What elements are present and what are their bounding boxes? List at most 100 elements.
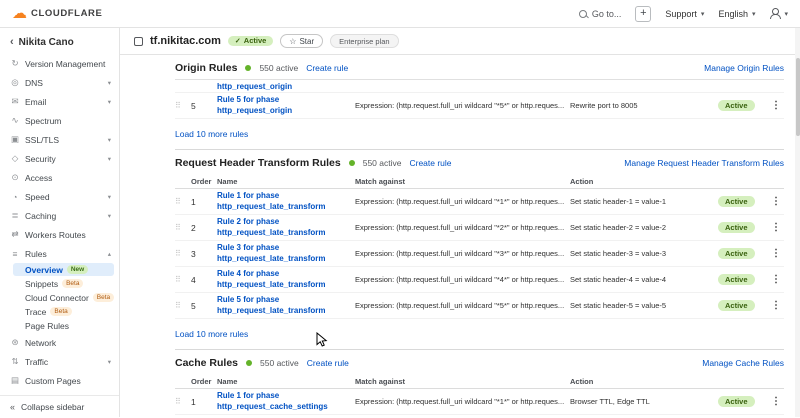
kebab-menu-icon[interactable]: ⋮: [768, 248, 784, 259]
drag-handle-icon[interactable]: ⠿: [175, 275, 191, 284]
active-count: 550 active: [259, 63, 298, 73]
star-button[interactable]: ☆ Star: [280, 34, 323, 48]
sidebar-item-page-rules[interactable]: Page Rules: [13, 319, 114, 332]
rht-rules-section-header: Request Header Transform Rules 550 activ…: [175, 150, 784, 174]
load-more-rules-link[interactable]: Load 10 more rules: [175, 329, 248, 339]
rule-name-link[interactable]: Rule 1 for phase http_request_cache_sett…: [217, 391, 355, 412]
kebab-menu-icon[interactable]: ⋮: [768, 196, 784, 207]
rule-name-link[interactable]: Rule 5 for phase http_request_late_trans…: [217, 295, 355, 316]
status-badge: Active: [718, 248, 755, 259]
rule-name-link[interactable]: http_request_origin: [217, 80, 355, 93]
chevron-down-icon: ▾: [108, 136, 111, 144]
sidebar-item-access[interactable]: ⊙ Access: [0, 168, 119, 187]
rule-expression: Expression: (http.request.full_uri wildc…: [355, 101, 570, 110]
column-name: Name: [217, 377, 355, 386]
rule-name-link[interactable]: Rule 5 for phase http_request_origin: [217, 95, 355, 116]
sidebar-item-cloud-connector[interactable]: Cloud Connector Beta: [13, 291, 114, 304]
sidebar-item-ssl-tls[interactable]: ▣ SSL/TLS ▾: [0, 130, 119, 149]
rule-expression: Expression: (http.request.full_uri wildc…: [355, 249, 570, 258]
sidebar-item-network[interactable]: ⊛ Network: [0, 333, 119, 352]
beta-badge: Beta: [93, 293, 114, 302]
version-management-icon: ↻: [10, 58, 20, 69]
chevron-down-icon: ▾: [108, 358, 111, 366]
scrollbar[interactable]: [795, 28, 800, 417]
rule-action: Set static header-4 = value-4: [570, 275, 718, 284]
status-badge: Active: [718, 196, 755, 207]
rule-order: 3: [191, 249, 217, 259]
workers-routes-icon: ⇄: [10, 229, 20, 240]
manage-cache-rules-link[interactable]: Manage Cache Rules: [702, 358, 784, 368]
language-menu[interactable]: English ▾: [718, 9, 755, 19]
chevron-down-icon: ▾: [108, 212, 111, 220]
sidebar-item-rules[interactable]: ≡ Rules ▴: [0, 244, 119, 263]
drag-handle-icon[interactable]: ⠿: [175, 301, 191, 310]
sidebar-item-custom-pages[interactable]: ▤ Custom Pages: [0, 371, 119, 390]
topbar: ☁ CLOUDFLARE Go to... + Support ▾ Englis…: [0, 0, 800, 28]
sidebar-item-traffic[interactable]: ⇅ Traffic ▾: [0, 352, 119, 371]
add-button[interactable]: +: [635, 6, 651, 22]
sidebar-item-spectrum[interactable]: ∿ Spectrum: [0, 111, 119, 130]
access-icon: ⊙: [10, 172, 20, 183]
beta-badge: Beta: [62, 279, 83, 288]
cloudflare-wordmark: CLOUDFLARE: [31, 8, 102, 19]
sidebar-item-email[interactable]: ✉ Email ▾: [0, 92, 119, 111]
collapse-icon: «: [10, 402, 15, 412]
rule-name-link[interactable]: Rule 3 for phase http_request_late_trans…: [217, 243, 355, 264]
rule-expression: Expression: (http.request.full_uri wildc…: [355, 301, 570, 310]
sidebar-item-version-management[interactable]: ↻ Version Management: [0, 54, 119, 73]
section-title: Cache Rules: [175, 357, 238, 369]
rules-icon: ≡: [10, 249, 20, 259]
kebab-menu-icon[interactable]: ⋮: [768, 274, 784, 285]
active-dot-icon: [246, 360, 252, 366]
manage-origin-rules-link[interactable]: Manage Origin Rules: [704, 63, 784, 73]
rule-order: 5: [191, 301, 217, 311]
rule-order: 2: [191, 223, 217, 233]
site-domain: tf.nikitac.com: [150, 35, 221, 47]
chevron-up-icon: ▴: [108, 250, 111, 258]
language-label: English: [718, 9, 748, 19]
sidebar-item-dns[interactable]: ◎ DNS ▾: [0, 73, 119, 92]
table-row: ⠿ 1 Rule 1 for phase http_request_cache_…: [175, 389, 784, 415]
create-rule-link[interactable]: Create rule: [307, 358, 349, 368]
chevron-down-icon: ▾: [108, 98, 111, 106]
table-row: ⠿ 4 Rule 4 for phase http_request_late_t…: [175, 267, 784, 293]
drag-handle-icon[interactable]: ⠿: [175, 197, 191, 206]
support-menu[interactable]: Support ▾: [665, 9, 704, 19]
kebab-menu-icon[interactable]: ⋮: [768, 100, 784, 111]
account-menu[interactable]: ▾: [769, 8, 788, 19]
kebab-menu-icon[interactable]: ⋮: [768, 300, 784, 311]
kebab-menu-icon[interactable]: ⋮: [768, 222, 784, 233]
sidebar-item-snippets[interactable]: Snippets Beta: [13, 277, 114, 290]
rule-name-link[interactable]: Rule 2 for phase http_request_late_trans…: [217, 217, 355, 238]
collapse-sidebar-button[interactable]: « Collapse sidebar: [0, 395, 119, 417]
drag-handle-icon[interactable]: ⠿: [175, 249, 191, 258]
chevron-down-icon: ▾: [784, 10, 788, 18]
create-rule-link[interactable]: Create rule: [306, 63, 348, 73]
global-search[interactable]: Go to...: [579, 9, 622, 19]
create-rule-link[interactable]: Create rule: [409, 158, 451, 168]
sidebar-item-overview[interactable]: Overview New: [13, 263, 114, 276]
load-more-rules-link[interactable]: Load 10 more rules: [175, 129, 248, 139]
table-row: ⠿ 1 Rule 1 for phase http_request_late_t…: [175, 189, 784, 215]
column-match: Match against: [355, 377, 570, 386]
sidebar-item-security[interactable]: ◇ Security ▾: [0, 149, 119, 168]
scrollbar-thumb[interactable]: [796, 58, 800, 136]
network-icon: ⊛: [10, 337, 20, 348]
drag-handle-icon[interactable]: ⠿: [175, 397, 191, 406]
rule-expression: Expression: (http.request.full_uri wildc…: [355, 275, 570, 284]
account-name[interactable]: ‹ Nikita Cano: [0, 28, 119, 54]
rule-name-link[interactable]: Rule 1 for phase http_request_late_trans…: [217, 191, 355, 212]
drag-handle-icon[interactable]: ⠿: [175, 223, 191, 232]
cloudflare-logo[interactable]: ☁ CLOUDFLARE: [12, 6, 102, 21]
rule-name-link[interactable]: Rule 4 for phase http_request_late_trans…: [217, 269, 355, 290]
table-row: ⠿ 2 Rule 2 for phase http_request_late_t…: [175, 215, 784, 241]
manage-rht-rules-link[interactable]: Manage Request Header Transform Rules: [624, 158, 784, 168]
status-badge: Active: [718, 274, 755, 285]
sidebar-item-speed[interactable]: ◔ Speed ▾: [0, 187, 119, 206]
drag-handle-icon[interactable]: ⠿: [175, 101, 191, 110]
kebab-menu-icon[interactable]: ⋮: [768, 396, 784, 407]
cloudflare-cloud-icon: ☁: [12, 6, 27, 21]
sidebar-item-caching[interactable]: ≣ Caching ▾: [0, 206, 119, 225]
sidebar-item-workers-routes[interactable]: ⇄ Workers Routes: [0, 225, 119, 244]
sidebar-item-trace[interactable]: Trace Beta: [13, 305, 114, 318]
